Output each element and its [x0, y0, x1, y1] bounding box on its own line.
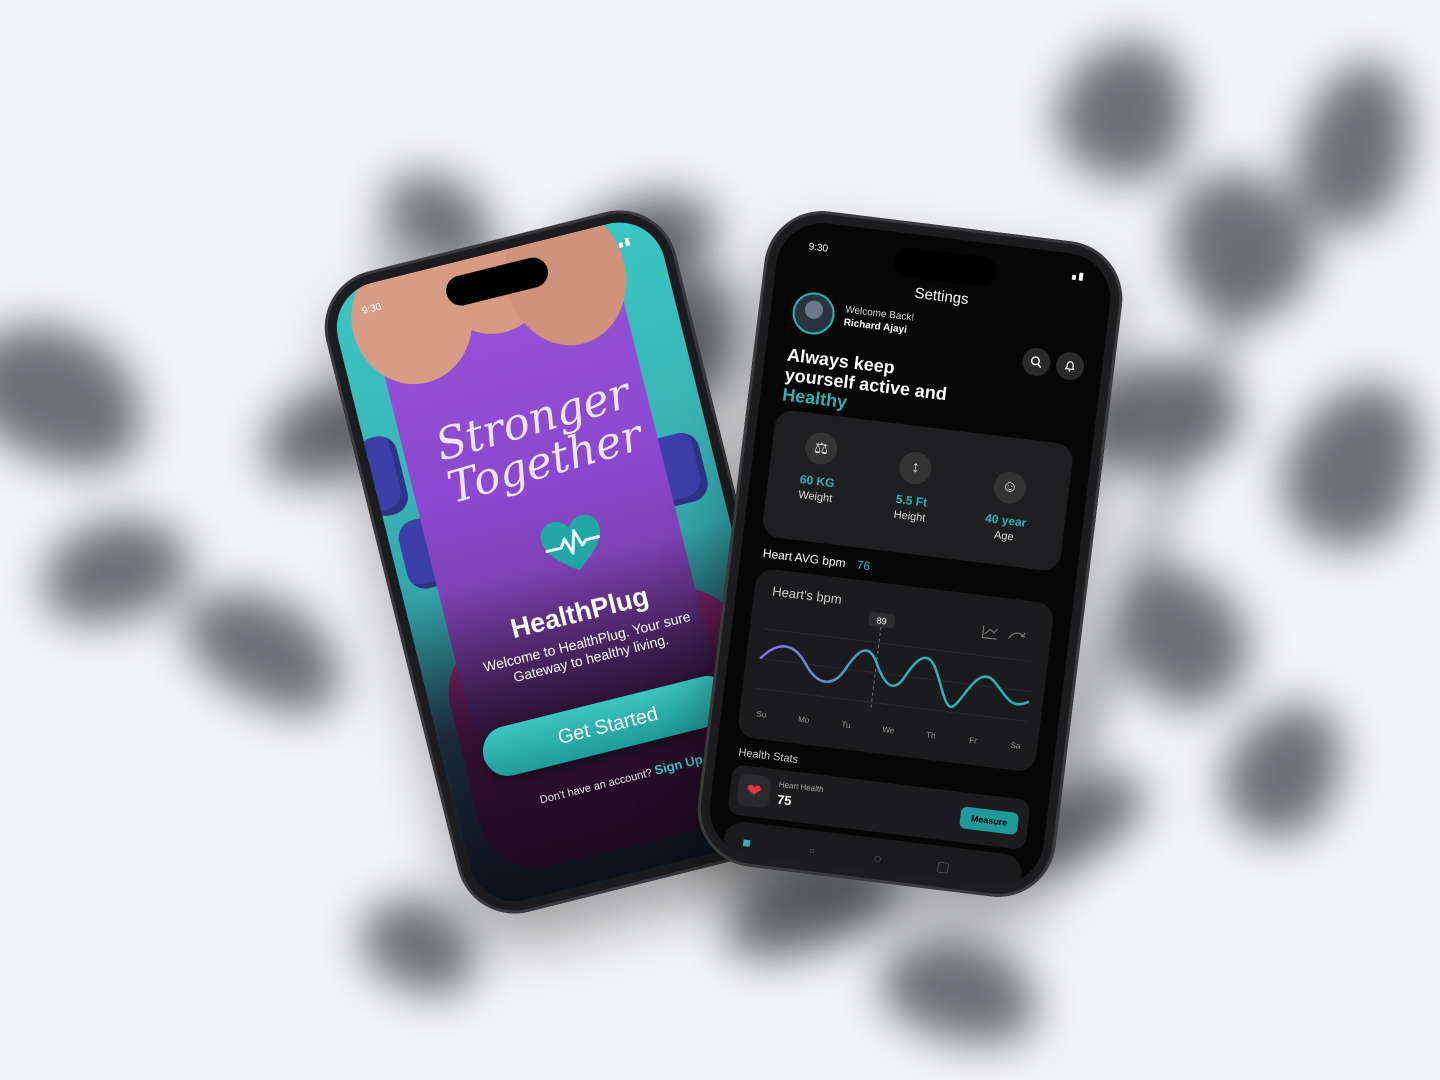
- signal-icon: [618, 237, 631, 248]
- nav-kit-icon[interactable]: ▢: [933, 856, 953, 876]
- avatar[interactable]: [790, 290, 837, 337]
- status-time: 9:30: [808, 241, 829, 255]
- health-stats-title: Health Stats: [737, 746, 799, 766]
- settings-screen: 9:30 Settings Welcome Back! Richard Ajay…: [704, 217, 1116, 891]
- stats-card: ⚖ 60 KG Weight ↕ 5.5 Ft Height ☺ 40 year…: [761, 408, 1075, 573]
- heart-icon: ❤: [736, 772, 772, 809]
- chart-day-label: Mo: [798, 715, 811, 725]
- measure-button[interactable]: Measure: [958, 806, 1020, 836]
- signal-icon: [1071, 272, 1084, 281]
- search-icon: [1030, 356, 1042, 368]
- age-icon: ☺: [991, 469, 1028, 506]
- search-button[interactable]: [1020, 346, 1052, 378]
- heart-chart: 89 Su Mo Tu We Th Fr Sa: [756, 611, 1034, 751]
- stat-height: ↕ 5.5 Ft Height: [864, 447, 962, 528]
- chart-day-label: Su: [756, 710, 767, 720]
- chart-day-label: Sa: [1010, 741, 1021, 751]
- dynamic-island: [891, 245, 999, 289]
- nav-home-icon[interactable]: ■: [737, 832, 757, 852]
- heart-avg-label: Heart AVG bpm: [762, 546, 847, 571]
- chart-day-label: Th: [926, 730, 936, 740]
- notification-button[interactable]: [1054, 350, 1086, 382]
- health-stat-value: 75: [776, 791, 793, 809]
- stat-weight: ⚖ 60 KG Weight: [770, 427, 868, 508]
- chart-day-label: Fr: [969, 736, 978, 746]
- redo-icon[interactable]: [1007, 631, 1026, 641]
- chart-tooltip: 89: [876, 615, 887, 626]
- stat-age: ☺ 40 year Age: [958, 466, 1056, 547]
- chart-trend-icon[interactable]: [981, 625, 998, 640]
- scale-icon: ⚖: [803, 430, 840, 467]
- chart-day-label: Tu: [841, 720, 851, 730]
- heart-avg-value: 76: [855, 557, 871, 574]
- chart-day-label: We: [882, 725, 895, 735]
- height-icon: ↕: [897, 450, 934, 486]
- heart-chart-card: Heart's bpm 89 Su Mo Tu We Th Fr Sa: [736, 567, 1055, 773]
- nav-profile-icon[interactable]: ○: [868, 848, 888, 868]
- bell-icon: [1064, 361, 1075, 372]
- nav-bag-icon[interactable]: ▫: [802, 840, 822, 860]
- heart-wave-line: [759, 645, 1030, 708]
